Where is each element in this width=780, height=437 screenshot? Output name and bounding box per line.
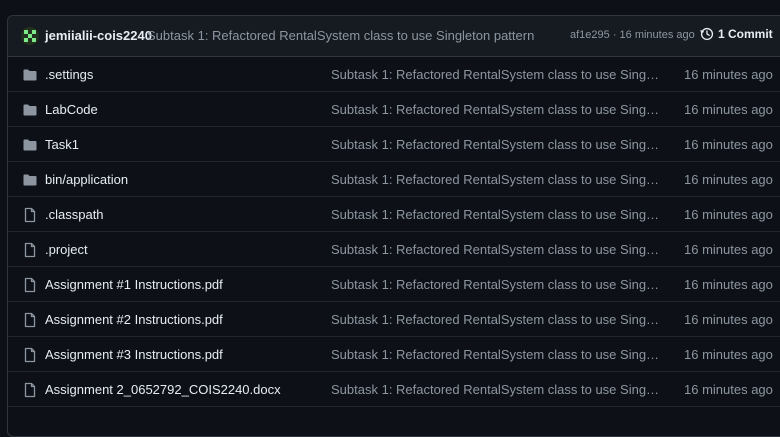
- file-commit-message-link[interactable]: Subtask 1: Refactored RentalSystem class…: [331, 242, 661, 257]
- commits-history-link[interactable]: 1 Commit: [700, 27, 773, 41]
- file-name-link[interactable]: Task1: [45, 137, 79, 152]
- file-commit-age: 16 minutes ago: [684, 137, 773, 152]
- commits-count-label: 1 Commit: [718, 27, 773, 41]
- file-row[interactable]: LabCode Subtask 1: Refactored RentalSyste…: [8, 92, 780, 127]
- file-row[interactable]: Assignment 2_0652792_COIS2240.docx Subtas…: [8, 372, 780, 407]
- file-commit-message-link[interactable]: Subtask 1: Refactored RentalSystem class…: [331, 277, 661, 292]
- file-commit-age: 16 minutes ago: [684, 102, 773, 117]
- history-icon: [700, 27, 714, 41]
- file-icon: [22, 312, 38, 328]
- folder-icon: [22, 137, 38, 153]
- folder-icon: [22, 67, 38, 83]
- file-row[interactable]: Assignment #3 Instructions.pdf Subtask 1:…: [8, 337, 780, 372]
- file-commit-message-link[interactable]: Subtask 1: Refactored RentalSystem class…: [331, 312, 661, 327]
- file-name-link[interactable]: .classpath: [45, 207, 104, 222]
- file-commit-message-link[interactable]: Subtask 1: Refactored RentalSystem class…: [331, 382, 661, 397]
- file-commit-age: 16 minutes ago: [684, 312, 773, 327]
- file-commit-message-link[interactable]: Subtask 1: Refactored RentalSystem class…: [331, 172, 661, 187]
- file-commit-message-link[interactable]: Subtask 1: Refactored RentalSystem class…: [331, 137, 661, 152]
- file-icon: [22, 277, 38, 293]
- file-name-link[interactable]: Assignment 2_0652792_COIS2240.docx: [45, 382, 281, 397]
- file-name-link[interactable]: Assignment #1 Instructions.pdf: [45, 277, 223, 292]
- file-commit-age: 16 minutes ago: [684, 172, 773, 187]
- file-commit-age: 16 minutes ago: [684, 242, 773, 257]
- file-row[interactable]: Task1 Subtask 1: Refactored RentalSystem …: [8, 127, 780, 162]
- file-commit-message-link[interactable]: Subtask 1: Refactored RentalSystem class…: [331, 207, 661, 222]
- file-commit-age: 16 minutes ago: [684, 67, 773, 82]
- commit-author-link[interactable]: jemiialii-cois2240: [45, 28, 152, 43]
- file-row[interactable]: .classpath Subtask 1: Refactored RentalSy…: [8, 197, 780, 232]
- file-commit-message-link[interactable]: Subtask 1: Refactored RentalSystem class…: [331, 102, 661, 117]
- file-list: .settings Subtask 1: Refactored RentalSys…: [8, 57, 780, 407]
- folder-icon: [22, 172, 38, 188]
- file-name-link[interactable]: LabCode: [45, 102, 98, 117]
- file-icon: [22, 347, 38, 363]
- avatar[interactable]: [21, 27, 39, 45]
- file-row[interactable]: bin/application Subtask 1: Refactored Ren…: [8, 162, 780, 197]
- file-row[interactable]: .settings Subtask 1: Refactored RentalSys…: [8, 57, 780, 92]
- identicon-avatar-icon: [21, 27, 39, 45]
- file-row[interactable]: .project Subtask 1: Refactored RentalSyst…: [8, 232, 780, 267]
- file-icon: [22, 242, 38, 258]
- file-name-link[interactable]: .settings: [45, 67, 93, 82]
- file-commit-message-link[interactable]: Subtask 1: Refactored RentalSystem class…: [331, 67, 661, 82]
- file-commit-age: 16 minutes ago: [684, 382, 773, 397]
- file-commit-age: 16 minutes ago: [684, 207, 773, 222]
- file-browser-panel: jemiialii-cois2240 Subtask 1: Refactored…: [7, 15, 780, 437]
- file-commit-age: 16 minutes ago: [684, 347, 773, 362]
- folder-icon: [22, 102, 38, 118]
- file-name-link[interactable]: Assignment #2 Instructions.pdf: [45, 312, 223, 327]
- file-icon: [22, 207, 38, 223]
- file-row[interactable]: Assignment #1 Instructions.pdf Subtask 1:…: [8, 267, 780, 302]
- file-icon: [22, 382, 38, 398]
- file-commit-age: 16 minutes ago: [684, 277, 773, 292]
- latest-commit-bar: jemiialii-cois2240 Subtask 1: Refactored…: [8, 16, 780, 57]
- file-name-link[interactable]: bin/application: [45, 172, 128, 187]
- file-name-link[interactable]: Assignment #3 Instructions.pdf: [45, 347, 223, 362]
- file-commit-message-link[interactable]: Subtask 1: Refactored RentalSystem class…: [331, 347, 661, 362]
- file-row[interactable]: Assignment #2 Instructions.pdf Subtask 1:…: [8, 302, 780, 337]
- commit-hash-and-time[interactable]: af1e295 · 16 minutes ago: [570, 29, 695, 41]
- commit-message-link[interactable]: Subtask 1: Refactored RentalSystem class…: [147, 28, 534, 43]
- file-name-link[interactable]: .project: [45, 242, 88, 257]
